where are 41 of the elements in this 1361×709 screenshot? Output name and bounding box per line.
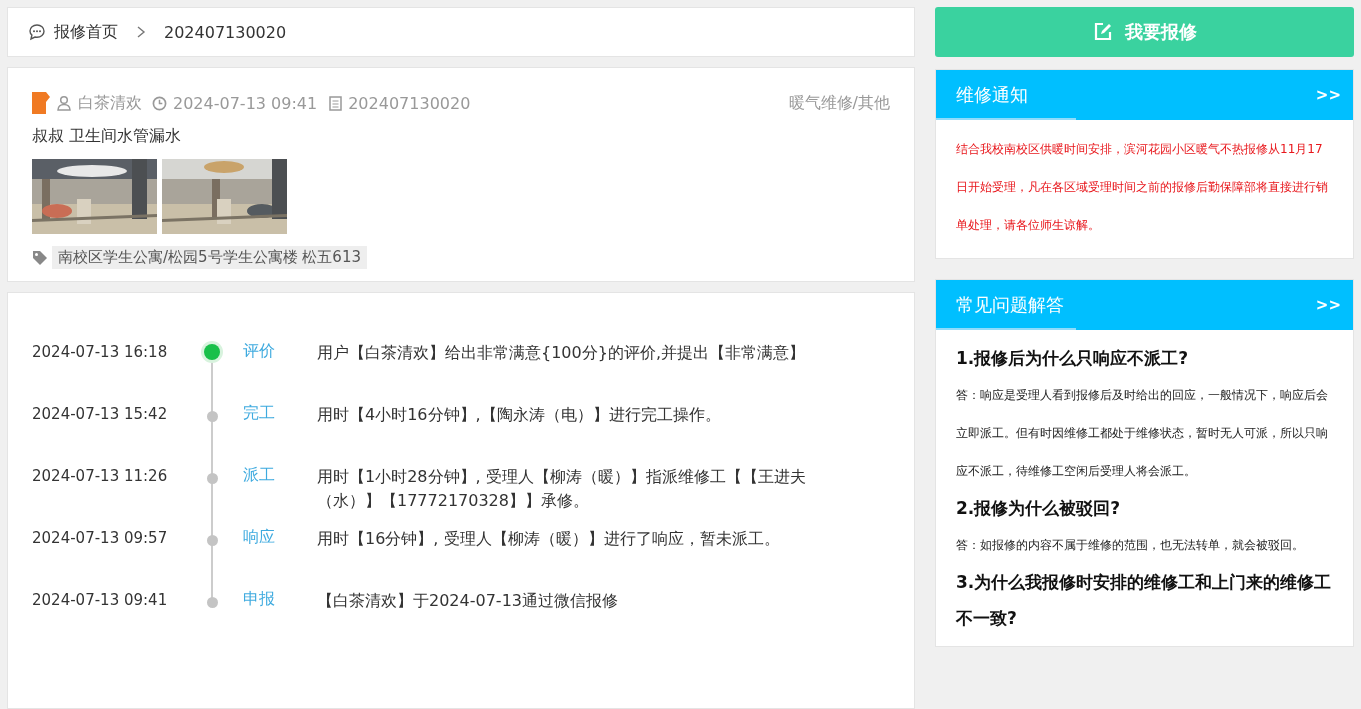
event-description: 用户【白茶清欢】给出非常满意{100分}的评价,并提出【非常满意】 [317,342,806,364]
document-icon [329,95,343,111]
event-time: 2024-07-13 16:18 [32,342,169,363]
order-number: 202407130020 [348,93,471,113]
report-button[interactable]: 我要报修 [935,7,1354,57]
panel-title: 维修通知 [956,83,1028,107]
event-time: 2024-07-13 09:41 [32,590,169,611]
event-time: 2024-07-13 09:57 [32,528,169,549]
panel-title: 常见问题解答 [956,293,1064,317]
bookmark-icon [32,92,50,114]
repair-category: 暖气维修/其他 [788,92,890,114]
home-link[interactable]: 报修首页 [54,21,118,43]
report-time: 2024-07-13 09:41 [173,93,318,113]
event-description: 【白茶清欢】于2024-07-13通过微信报修 [317,590,619,612]
location-tag: 南校区学生公寓/松园5号学生公寓楼 松五613 [52,246,367,269]
faq-question: 3.为什么我报修时安排的维修工和上门来的维修工不一致? [956,571,1333,630]
faq-answer: 答：响应是受理人看到报修后及时给出的回应，一般情况下，响应后会立即派工。但有时因维修工都处于维修状态，暂时无人可派，所以只响应不派工，待维修工空闲后受理人将会派工。 [956,387,1329,480]
faq-question: 2.报修为什么被驳回? [956,497,1122,520]
event-status: 完工 [242,403,276,424]
tag-icon [32,249,48,266]
event-status: 申报 [242,589,276,610]
event-time: 2024-07-13 11:26 [32,466,169,487]
edit-icon [1092,22,1113,42]
event-description: 用时【4小时16分钟】,【陶永涛（电）】进行完工操作。 [317,404,722,426]
user-name: 白茶清欢 [78,92,142,114]
faq-question: 1.报修后为什么只响应不派工? [956,347,1190,370]
more-link[interactable]: >> [1315,86,1341,104]
chat-icon [28,23,46,41]
event-status: 评价 [242,341,276,362]
event-description: 用时【16分钟】, 受理人【柳涛（暖）】进行了响应，暂未派工。 [317,528,781,550]
user-icon [56,95,72,111]
more-link[interactable]: >> [1315,296,1341,314]
repair-description: 叔叔 卫生间水管漏水 [32,126,183,147]
notice-text: 结合我校南校区供暖时间安排，滨河花园小区暖气不热报修从11月17日开始受理，凡在各区域受理时间之前的报修后勤保障部将直接进行销单处理，请各位师生谅解。 [955,141,1329,234]
event-description: 用时【1小时28分钟】, 受理人【柳涛（暖）】指派维修工【【王进夫（水）】【17772170328】】承修。 [317,466,807,512]
clock-icon [152,95,167,111]
event-time: 2024-07-13 15:42 [32,404,169,425]
event-status: 派工 [242,465,276,486]
order-number: 202407130020 [164,22,287,42]
faq-answer: 答：如报修的内容不属于维修的范围，也无法转单，就会被驳回。 [956,537,1305,554]
event-status: 响应 [242,527,276,548]
